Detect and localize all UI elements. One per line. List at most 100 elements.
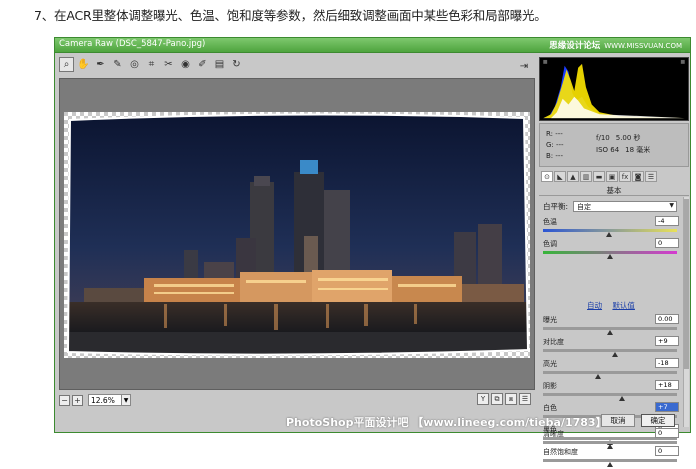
zoom-tool[interactable]: ⌕ bbox=[59, 57, 74, 72]
green-readout: G: --- bbox=[546, 141, 564, 149]
slider-value-field[interactable]: 0 bbox=[655, 238, 679, 248]
slider-label: 白色 bbox=[543, 404, 557, 412]
zoom-dropdown-icon[interactable]: ▼ bbox=[122, 394, 131, 406]
info-panel: R: --- G: --- B: --- f/10 5.00 秒 ISO 64 18… bbox=[539, 123, 689, 167]
slider-row: 曝光 0.00 bbox=[543, 314, 679, 337]
zoom-level-field[interactable]: 12.6% bbox=[88, 394, 122, 406]
slider-label: 曝光 bbox=[543, 316, 557, 324]
title-watermark: 思缘设计论坛 WWW.MISSVUAN.COM bbox=[549, 39, 682, 51]
slider-row: 阴影 +18 bbox=[543, 380, 679, 403]
rotate-tool[interactable]: ↻ bbox=[229, 57, 244, 72]
toolbar: ⌕ ✋ ✒ ✎ ◎ ⌗ ✂ ◉ ✐ ▤ ↻ bbox=[59, 57, 244, 75]
instruction-text: 7、在ACR里整体调整曝光、色温、饱和度等参数，然后细致调整画面中某些色彩和局部… bbox=[34, 8, 547, 23]
chevron-down-icon: ▼ bbox=[669, 202, 675, 209]
bottom-watermark: PhotoShop平面设计吧 【www.lineeg.com/tieba/178… bbox=[286, 416, 607, 429]
auto-link[interactable]: 自动 bbox=[587, 301, 602, 310]
slider-row: 高光 -18 bbox=[543, 358, 679, 381]
aperture-value: f/10 bbox=[596, 134, 610, 142]
default-link[interactable]: 默认值 bbox=[612, 301, 635, 310]
slider-thumb[interactable] bbox=[594, 374, 601, 379]
zoom-out-button[interactable]: − bbox=[59, 394, 70, 406]
camera-raw-window: Camera Raw (DSC_5847-Pano.jpg) 思缘设计论坛 WWW… bbox=[54, 37, 691, 467]
slider-row: 对比度 +9 bbox=[543, 336, 679, 359]
panel-scrollbar[interactable] bbox=[683, 197, 689, 427]
slider-value-field[interactable]: +9 bbox=[655, 336, 679, 346]
color-sampler-tool[interactable]: ✎ bbox=[110, 57, 125, 72]
view-mode-button[interactable]: ☰ bbox=[519, 393, 531, 405]
slider-value-field[interactable]: 0 bbox=[655, 446, 679, 456]
slider-value-field[interactable]: 0 bbox=[655, 428, 679, 438]
white-balance-select[interactable]: 自定 ▼ bbox=[573, 201, 678, 212]
slider-thumb[interactable] bbox=[607, 330, 613, 335]
slider-label: 对比度 bbox=[543, 338, 564, 346]
red-eye-tool[interactable]: ◉ bbox=[178, 57, 193, 72]
slider-thumb[interactable] bbox=[607, 462, 613, 467]
panel-tab[interactable]: ▥ bbox=[580, 171, 592, 182]
export-button[interactable]: ⇥ bbox=[517, 59, 531, 73]
cancel-button[interactable]: 取消 bbox=[601, 414, 635, 427]
panel-title: 基本 bbox=[539, 185, 689, 196]
panel-tab[interactable]: ▣ bbox=[606, 171, 618, 182]
hand-tool[interactable]: ✋ bbox=[76, 57, 91, 72]
panel-tab[interactable]: ⊙ bbox=[541, 171, 553, 182]
panel-tab[interactable]: ◣ bbox=[554, 171, 566, 182]
slider-label: 阴影 bbox=[543, 382, 557, 390]
target-adjust-tool[interactable]: ◎ bbox=[127, 57, 142, 72]
ok-button[interactable]: 确定 bbox=[641, 414, 675, 427]
panel-tabs: ⊙ ◣ ▲ ▥ ▬ ▣ fx ◙ ☰ bbox=[539, 170, 689, 183]
slider-value-field[interactable]: +18 bbox=[655, 380, 679, 390]
slider-label: 清晰度 bbox=[543, 430, 564, 438]
panel-tab[interactable]: ▲ bbox=[567, 171, 579, 182]
slider-value-field[interactable]: -4 bbox=[655, 216, 679, 226]
view-mode-button[interactable]: Y bbox=[477, 393, 489, 405]
adjustment-brush-tool[interactable]: ✐ bbox=[195, 57, 210, 72]
scrollbar-thumb[interactable] bbox=[684, 199, 689, 369]
graduated-filter-tool[interactable]: ▤ bbox=[212, 57, 227, 72]
slider-value-field[interactable]: 0.00 bbox=[655, 314, 679, 324]
slider-label: 高光 bbox=[543, 360, 557, 368]
slider-thumb[interactable] bbox=[619, 396, 626, 401]
slider-value-field[interactable]: -18 bbox=[655, 358, 679, 368]
crop-tool[interactable]: ⌗ bbox=[144, 57, 159, 72]
panel-tab[interactable]: ☰ bbox=[645, 171, 657, 182]
slider-label: 色调 bbox=[543, 240, 557, 248]
slider-value-field[interactable]: +7 bbox=[655, 402, 679, 412]
zoom-bar: − + 12.6% ▼ Y ⧉ ⧈ ☰ bbox=[59, 392, 535, 408]
panel-tab[interactable]: fx bbox=[619, 171, 631, 182]
watermark-url: WWW.MISSVUAN.COM bbox=[604, 42, 682, 50]
slider-label: 自然饱和度 bbox=[543, 448, 578, 456]
watermark-text: 思缘设计论坛 bbox=[549, 41, 601, 51]
iso-value: ISO 64 bbox=[596, 146, 620, 154]
slider-track[interactable] bbox=[543, 349, 677, 352]
slider-row: 自然饱和度 0 bbox=[543, 446, 679, 469]
panel-tab[interactable]: ▬ bbox=[593, 171, 605, 182]
panel-tab[interactable]: ◙ bbox=[632, 171, 644, 182]
view-mode-button[interactable]: ⧈ bbox=[505, 393, 517, 405]
zoom-in-button[interactable]: + bbox=[72, 394, 83, 406]
right-panel: R: --- G: --- B: --- f/10 5.00 秒 ISO 64 18… bbox=[539, 57, 689, 467]
red-readout: R: --- bbox=[546, 130, 563, 138]
slider-thumb[interactable] bbox=[607, 254, 613, 259]
slider-thumb[interactable] bbox=[605, 232, 612, 237]
white-balance-label: 白平衡: bbox=[543, 202, 569, 211]
white-balance-row: 白平衡: 自定 ▼ bbox=[543, 201, 678, 212]
slider-track[interactable] bbox=[543, 393, 677, 396]
shutter-value: 5.00 秒 bbox=[615, 134, 641, 142]
spot-removal-tool[interactable]: ✂ bbox=[161, 57, 176, 72]
blue-readout: B: --- bbox=[546, 152, 563, 160]
image-preview[interactable] bbox=[59, 78, 535, 390]
title-bar: Camera Raw (DSC_5847-Pano.jpg) 思缘设计论坛 WWW… bbox=[55, 38, 690, 53]
view-buttons: Y ⧉ ⧈ ☰ bbox=[477, 393, 531, 405]
histogram bbox=[539, 57, 689, 121]
focal-length-value: 18 毫米 bbox=[625, 146, 651, 154]
slider-label: 色温 bbox=[543, 218, 557, 226]
slider-row: 色调 0 bbox=[543, 238, 679, 261]
slider-row: 色温 -4 bbox=[543, 216, 679, 239]
view-mode-button[interactable]: ⧉ bbox=[491, 393, 503, 405]
window-title: Camera Raw (DSC_5847-Pano.jpg) bbox=[59, 39, 206, 49]
slider-track[interactable] bbox=[543, 371, 677, 374]
slider-thumb[interactable] bbox=[612, 352, 619, 357]
white-balance-tool[interactable]: ✒ bbox=[93, 57, 108, 72]
photo-preview bbox=[64, 112, 530, 358]
white-balance-value: 自定 bbox=[577, 202, 592, 211]
